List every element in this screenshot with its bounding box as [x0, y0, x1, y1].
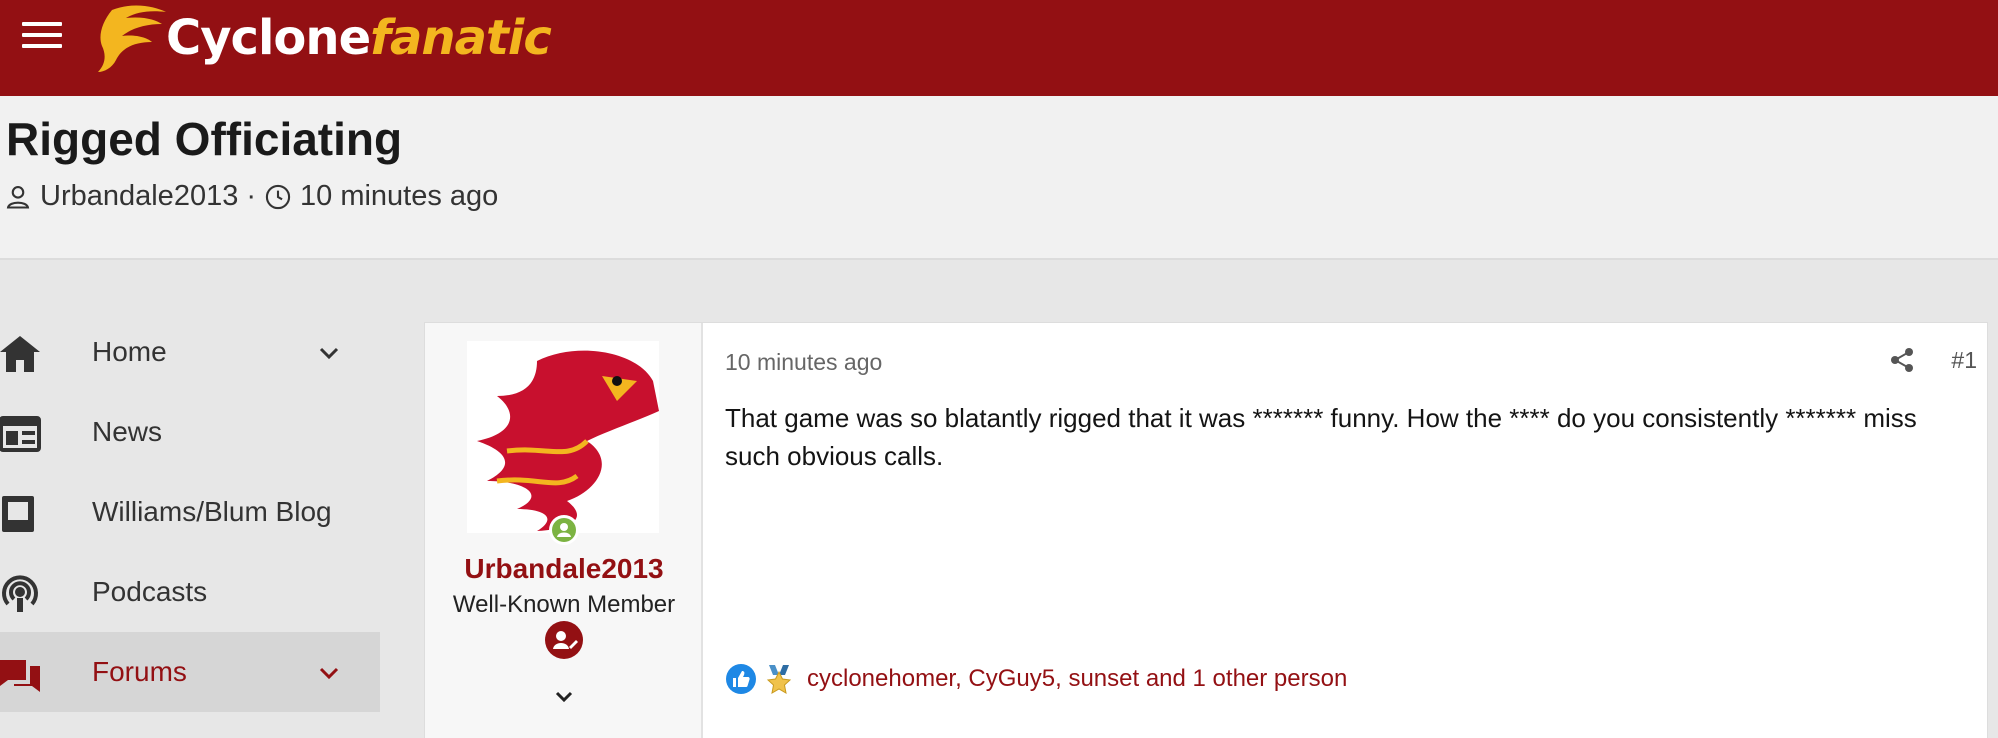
online-status-icon — [549, 515, 579, 545]
top-bar: Cyclonefanatic — [0, 0, 1998, 96]
sidebar-item-label: Home — [92, 336, 167, 367]
site-logo[interactable]: Cyclonefanatic — [92, 0, 552, 76]
page-title: Rigged Officiating — [6, 113, 403, 165]
post-body: That game was so blatantly rigged that i… — [725, 403, 1917, 471]
sidebar-item-forums[interactable]: Forums — [0, 632, 380, 712]
thread-time: 10 minutes ago — [300, 180, 499, 212]
avatar[interactable] — [467, 341, 659, 533]
clock-icon — [265, 184, 291, 209]
sidebar-item-blog[interactable]: Williams/Blum Blog — [0, 472, 380, 552]
post-number[interactable]: #1 — [1951, 347, 1977, 374]
post-main: 10 minutes ago #1 That game was so blata… — [705, 323, 1987, 738]
chevron-down-icon[interactable] — [318, 342, 340, 364]
thread-author[interactable]: Urbandale2013 — [40, 180, 238, 213]
newspaper-icon — [0, 416, 41, 452]
podcast-icon — [2, 575, 38, 612]
sidebar-item-label: Podcasts — [92, 576, 208, 607]
sidebar-nav: Home News Williams/Blum Blog Podcasts Fo… — [0, 312, 380, 712]
thread-header: Rigged Officiating Urbandale2013 · 10 mi… — [0, 96, 1998, 260]
chevron-down-icon[interactable] — [318, 662, 340, 684]
post-user-info: Urbandale2013 Well-Known Member — [425, 323, 703, 738]
member-badge-icon — [545, 621, 583, 659]
cyclone-bird-icon — [477, 350, 659, 531]
share-icon[interactable] — [1889, 347, 1915, 373]
sidebar-item-home[interactable]: Home — [0, 312, 380, 392]
chevron-down-icon[interactable] — [553, 685, 575, 707]
sidebar-item-label: Williams/Blum Blog — [92, 496, 332, 527]
forums-icon — [0, 660, 40, 692]
post-timestamp[interactable]: 10 minutes ago — [725, 349, 882, 376]
like-icon — [726, 664, 756, 694]
blog-icon — [2, 496, 34, 532]
post: Urbandale2013 Well-Known Member 10 minut… — [424, 322, 1988, 738]
meta-separator: · — [246, 180, 256, 212]
reactions-bar[interactable]: cyclonehomer, CyGuy5, sunset and 1 other… — [725, 663, 1347, 695]
menu-icon[interactable] — [22, 22, 62, 52]
sidebar-item-label: News — [92, 416, 163, 447]
sidebar-item-news[interactable]: News — [0, 392, 380, 472]
user-title: Well-Known Member — [452, 591, 676, 618]
home-icon — [0, 336, 40, 372]
logo-mark-icon — [98, 5, 166, 73]
sidebar-item-label: Forums — [92, 656, 187, 687]
thread-meta: Urbandale2013 · 10 minutes ago — [4, 180, 498, 213]
user-icon — [6, 185, 30, 209]
award-icon — [766, 665, 792, 694]
brand-name: Cyclonefanatic — [166, 10, 552, 66]
post-username[interactable]: Urbandale2013 — [425, 553, 703, 585]
sidebar-item-podcasts[interactable]: Podcasts — [0, 552, 380, 632]
reaction-users[interactable]: cyclonehomer, CyGuy5, sunset and 1 other… — [807, 665, 1347, 693]
